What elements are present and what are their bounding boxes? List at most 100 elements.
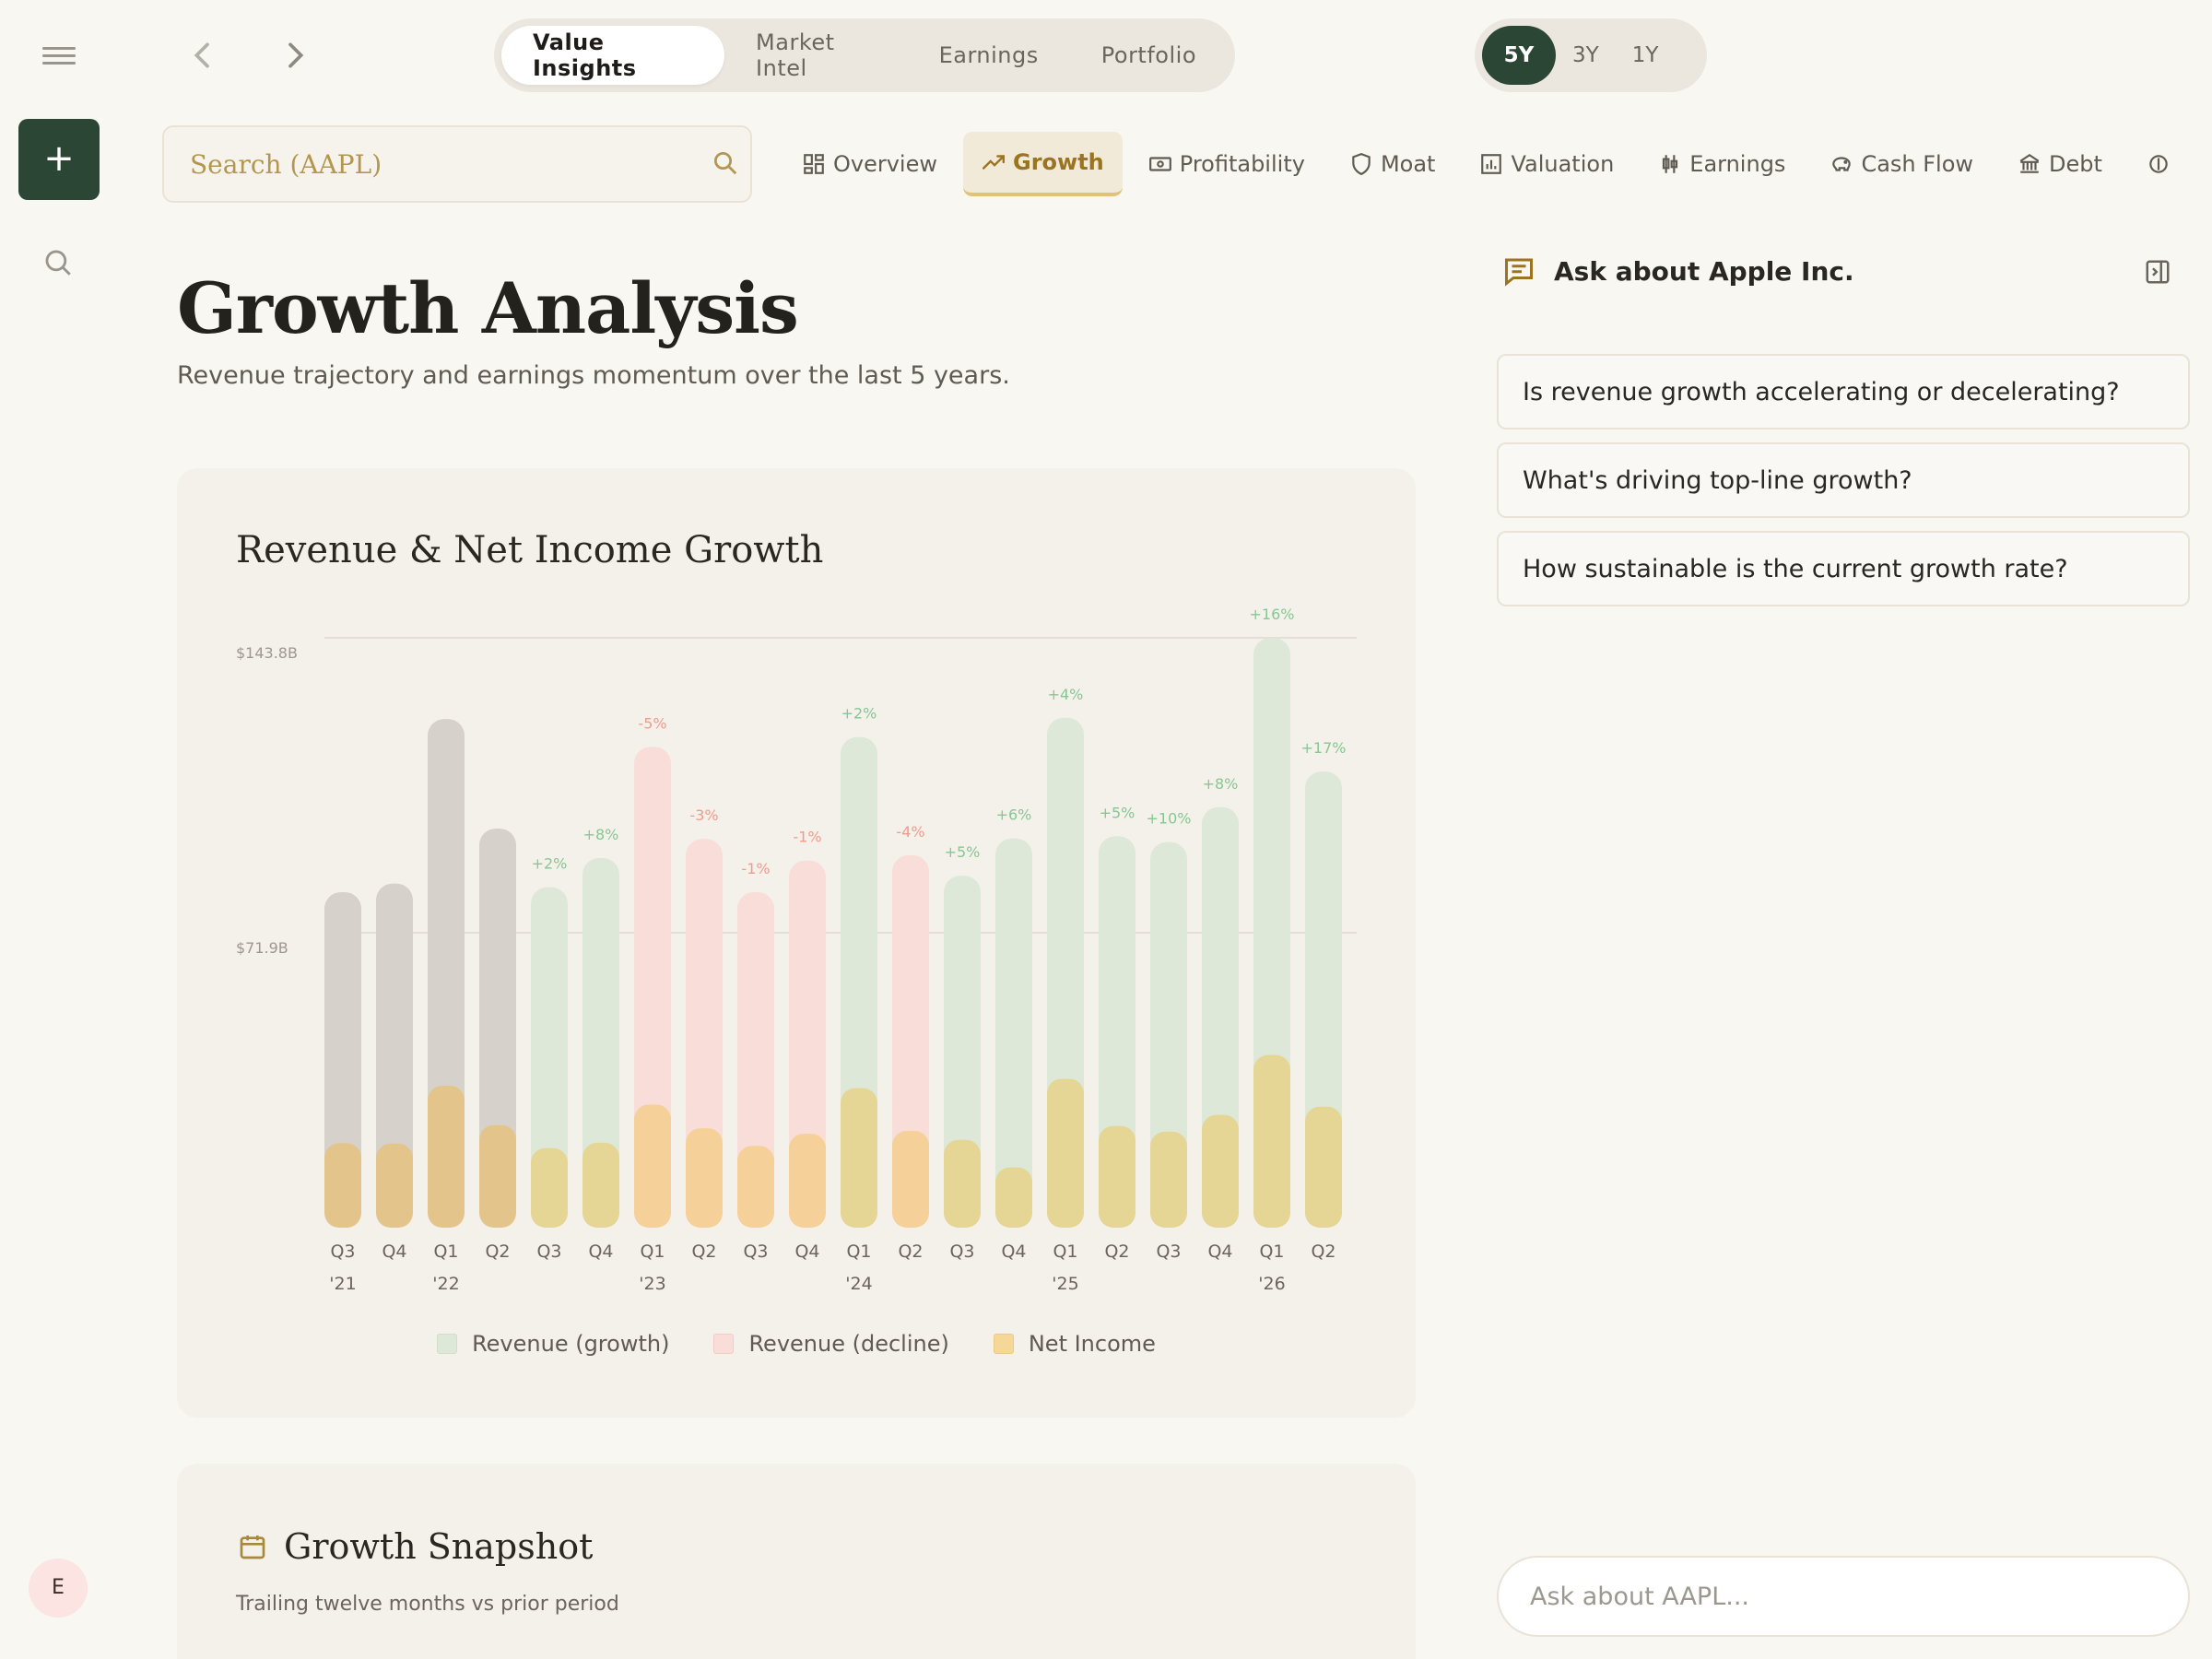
tab-label: Debt	[2049, 151, 2102, 177]
tab-valuation[interactable]: Valuation	[1461, 132, 1632, 196]
x-tick-quarter: Q4	[794, 1241, 819, 1262]
chat-icon	[1505, 258, 1533, 287]
net-income-bar	[1253, 1054, 1290, 1228]
net-income-bar	[428, 1086, 465, 1228]
tab-cash-flow[interactable]: Cash Flow	[1811, 132, 1992, 196]
page-subtitle: Revenue trajectory and earnings momentum…	[177, 361, 1010, 390]
banknote-icon	[1148, 157, 1171, 171]
trending-up-icon	[982, 155, 1006, 170]
y-tick-label: $71.9B	[236, 939, 288, 957]
suggested-prompt[interactable]: What's driving top-line growth?	[1497, 442, 2190, 518]
mode-market-intel[interactable]: Market Intel	[724, 26, 908, 85]
mode-value-insights[interactable]: Value Insights	[501, 26, 725, 85]
tab-earnings[interactable]: Earnings	[1640, 132, 1804, 196]
legend-swatch-growth	[437, 1334, 458, 1354]
tab-more[interactable]	[2128, 132, 2196, 196]
shield-icon	[1352, 153, 1371, 176]
net-income-bar	[531, 1147, 568, 1228]
mode-portfolio[interactable]: Portfolio	[1070, 26, 1228, 85]
tab-label: Profitability	[1179, 151, 1305, 177]
mode-switcher: Value Insights Market Intel Earnings Por…	[494, 18, 1235, 92]
tab-label: Valuation	[1511, 151, 1615, 177]
net-income-bar	[582, 1142, 619, 1228]
x-tick-year: '25	[1052, 1274, 1078, 1294]
x-tick-year: '21	[329, 1274, 356, 1294]
x-tick-quarter: Q3	[536, 1241, 561, 1262]
legend-swatch-decline	[713, 1334, 735, 1354]
growth-data-label: -3%	[689, 806, 718, 824]
assistant-input[interactable]	[1499, 1558, 2188, 1635]
x-tick-quarter: Q1	[1053, 1241, 1077, 1262]
net-income-bar	[841, 1088, 877, 1228]
growth-data-label: +2%	[841, 705, 877, 723]
tab-label: Overview	[833, 151, 937, 177]
growth-chart-card: Revenue & Net Income Growth $143.8B $71.9…	[177, 468, 1416, 1418]
candlestick-icon	[1663, 155, 1678, 173]
piggy-bank-icon	[1832, 157, 1852, 171]
search-input[interactable]	[164, 127, 680, 201]
growth-data-label: -5%	[638, 714, 666, 732]
x-tick-quarter: Q4	[382, 1241, 406, 1262]
net-income-bar	[1099, 1125, 1135, 1228]
net-income-bar	[1150, 1131, 1187, 1228]
range-1y[interactable]: 1Y	[1616, 26, 1676, 85]
menu-icon[interactable]	[42, 42, 76, 68]
growth-data-label: +4%	[1048, 686, 1084, 703]
growth-data-label: +17%	[1301, 739, 1347, 757]
collapse-panel-icon[interactable]	[2144, 258, 2171, 286]
back-arrow-icon[interactable]	[184, 37, 221, 74]
x-tick-quarter: Q4	[588, 1241, 613, 1262]
x-tick-quarter: Q2	[1311, 1241, 1335, 1262]
grid-icon	[804, 154, 824, 174]
chart-legend: Revenue (growth) Revenue (decline) Net I…	[177, 1331, 1416, 1357]
x-tick-quarter: Q3	[1156, 1241, 1181, 1262]
tab-overview[interactable]: Overview	[783, 132, 956, 196]
suggested-prompt[interactable]: How sustainable is the current growth ra…	[1497, 531, 2190, 606]
forward-arrow-icon[interactable]	[276, 37, 313, 74]
growth-data-label: -1%	[741, 860, 770, 877]
snapshot-subtitle: Trailing twelve months vs prior period	[236, 1593, 619, 1616]
growth-snapshot-card: Growth Snapshot Trailing twelve months v…	[177, 1464, 1416, 1659]
tab-growth[interactable]: Growth	[963, 132, 1123, 196]
new-button[interactable]: +	[18, 119, 100, 200]
x-tick-year: '24	[845, 1274, 872, 1294]
growth-data-label: +8%	[1203, 775, 1239, 793]
net-income-bar	[1305, 1106, 1342, 1228]
x-tick-quarter: Q3	[949, 1241, 974, 1262]
tab-profitability[interactable]: Profitability	[1130, 132, 1324, 196]
mode-earnings[interactable]: Earnings	[908, 26, 1070, 85]
search-icon[interactable]	[42, 247, 74, 278]
legend-label: Revenue (decline)	[748, 1331, 949, 1357]
net-income-bar	[737, 1146, 774, 1228]
legend-swatch-income	[993, 1334, 1014, 1354]
net-income-bar	[686, 1128, 723, 1228]
tab-moat[interactable]: Moat	[1331, 132, 1454, 196]
net-income-bar	[376, 1143, 413, 1228]
search-icon[interactable]	[712, 149, 739, 177]
range-5y[interactable]: 5Y	[1482, 26, 1556, 85]
range-3y[interactable]: 3Y	[1556, 26, 1616, 85]
x-tick-year: '23	[639, 1274, 665, 1294]
page-title: Growth Analysis	[177, 267, 799, 349]
net-income-bar	[1047, 1078, 1084, 1228]
legend-revenue-decline: Revenue (decline)	[713, 1331, 949, 1357]
growth-data-label: +2%	[532, 855, 568, 873]
analysis-tabs: Overview Growth Profitability Moat Valua…	[783, 131, 2212, 197]
x-tick-quarter: Q4	[1001, 1241, 1026, 1262]
tab-label: Earnings	[1689, 151, 1786, 177]
x-tick-quarter: Q3	[743, 1241, 768, 1262]
tab-label: Moat	[1380, 151, 1436, 177]
growth-chart: $143.8B $71.9B Q3 '21 Q4 Q1 '22 Q2 +2% Q3 +8% Q4 -5%…	[236, 606, 1357, 1294]
range-switcher: 5Y 3Y 1Y	[1475, 18, 1707, 92]
avatar[interactable]: E	[29, 1559, 88, 1618]
legend-net-income: Net Income	[993, 1331, 1156, 1357]
net-income-bar	[789, 1134, 826, 1228]
suggested-prompt[interactable]: Is revenue growth accelerating or decele…	[1497, 354, 2190, 429]
x-tick-year: '26	[1258, 1274, 1285, 1294]
x-tick-quarter: Q2	[485, 1241, 510, 1262]
growth-data-label: -4%	[896, 823, 924, 841]
legend-revenue-growth: Revenue (growth)	[437, 1331, 669, 1357]
tab-debt[interactable]: Debt	[1999, 132, 2121, 196]
x-tick-quarter: Q2	[691, 1241, 716, 1262]
calendar-icon	[240, 1535, 265, 1559]
